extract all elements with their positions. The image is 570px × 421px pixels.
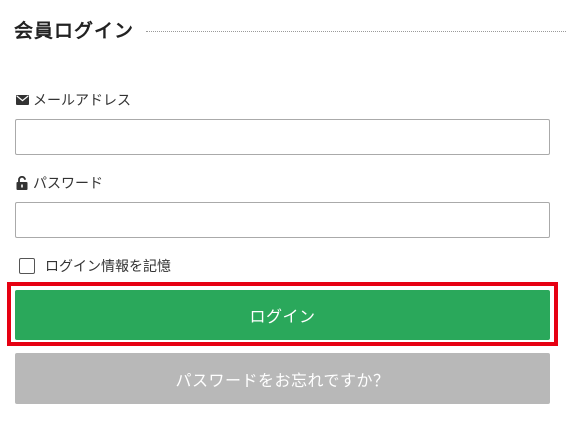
remember-me[interactable]: ログイン情報を記憶: [19, 256, 171, 276]
email-field[interactable]: [15, 119, 550, 155]
remember-checkbox[interactable]: [19, 258, 35, 274]
password-field[interactable]: [15, 202, 550, 238]
title-divider: [146, 30, 566, 32]
password-label-text: パスワード: [33, 176, 103, 192]
email-label: メールアドレス: [15, 90, 131, 110]
remember-label: ログイン情報を記憶: [45, 259, 171, 275]
page-title: 会員ログイン: [14, 19, 135, 42]
login-button[interactable]: ログイン: [15, 290, 550, 340]
title-row: 会員ログイン: [14, 16, 566, 42]
email-label-text: メールアドレス: [33, 93, 131, 109]
forgot-password-button[interactable]: パスワードをお忘れですか？: [15, 353, 550, 404]
envelope-icon: [15, 93, 29, 107]
login-page: 会員ログイン メールアドレス パスワード ログイン情報を記憶 ログイン パスワー…: [0, 0, 570, 421]
password-label: パスワード: [15, 173, 103, 193]
unlock-icon: [15, 176, 29, 190]
